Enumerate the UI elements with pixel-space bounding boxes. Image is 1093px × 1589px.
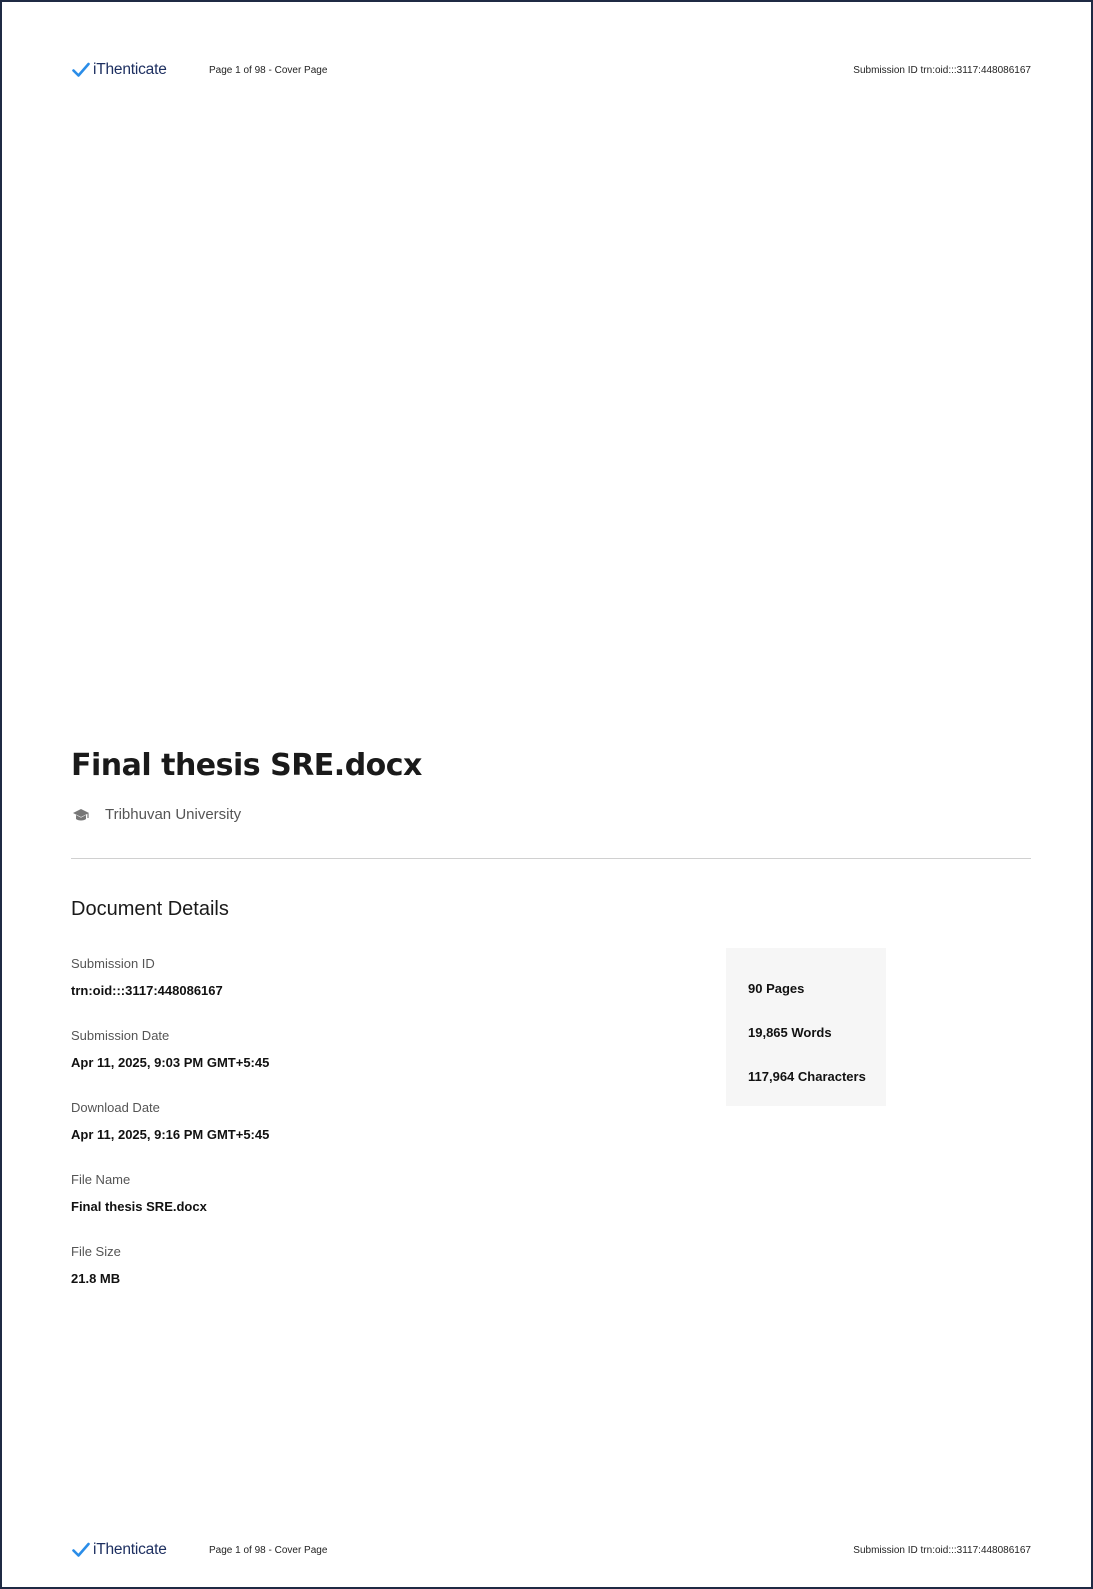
graduation-cap-icon bbox=[73, 808, 89, 820]
page-label: Page 1 of 98 - Cover Page bbox=[209, 1544, 328, 1556]
ithenticate-logo: iThenticate bbox=[72, 1541, 209, 1559]
detail-label: Submission ID bbox=[71, 956, 155, 971]
submission-id-label: Submission ID trn:oid:::3117:448086167 bbox=[853, 1544, 1031, 1556]
ithenticate-logo: iThenticate bbox=[72, 61, 209, 79]
submission-id-label: Submission ID trn:oid:::3117:448086167 bbox=[853, 64, 1031, 76]
checkmark-icon bbox=[72, 1542, 90, 1557]
document-details-heading: Document Details bbox=[71, 898, 229, 920]
detail-submission-date: Submission Date Apr 11, 2025, 9:03 PM GM… bbox=[71, 1027, 591, 1099]
detail-value: 21.8 MB bbox=[71, 1271, 121, 1286]
document-stats-box: 90 Pages 19,865 Words 117,964 Characters bbox=[726, 948, 886, 1106]
word-count: 19,865 Words bbox=[748, 1025, 832, 1040]
detail-file-size: File Size 21.8 MB bbox=[71, 1243, 591, 1315]
detail-value: Apr 11, 2025, 9:16 PM GMT+5:45 bbox=[71, 1127, 270, 1142]
document-details-list: Submission ID trn:oid:::3117:448086167 S… bbox=[71, 955, 591, 1315]
detail-download-date: Download Date Apr 11, 2025, 9:16 PM GMT+… bbox=[71, 1099, 591, 1171]
detail-label: Download Date bbox=[71, 1100, 160, 1115]
detail-value: Apr 11, 2025, 9:03 PM GMT+5:45 bbox=[71, 1055, 270, 1070]
detail-file-name: File Name Final thesis SRE.docx bbox=[71, 1171, 591, 1243]
detail-submission-id: Submission ID trn:oid:::3117:448086167 bbox=[71, 955, 591, 1027]
checkmark-icon bbox=[72, 62, 90, 77]
document-title: Final thesis SRE.docx bbox=[71, 748, 422, 783]
detail-label: File Name bbox=[71, 1172, 131, 1187]
page-header: iThenticate Page 1 of 98 - Cover Page Su… bbox=[72, 58, 1031, 82]
brand-name: iThenticate bbox=[93, 1541, 167, 1558]
detail-value: trn:oid:::3117:448086167 bbox=[71, 983, 223, 998]
detail-value: Final thesis SRE.docx bbox=[71, 1199, 207, 1214]
institution-name: Tribhuvan University bbox=[105, 806, 242, 823]
divider bbox=[71, 858, 1031, 859]
document-page: iThenticate Page 1 of 98 - Cover Page Su… bbox=[0, 0, 1093, 1589]
detail-label: Submission Date bbox=[71, 1028, 170, 1043]
brand-name: iThenticate bbox=[93, 61, 167, 78]
page-label: Page 1 of 98 - Cover Page bbox=[209, 64, 328, 76]
character-count: 117,964 Characters bbox=[748, 1069, 866, 1084]
detail-label: File Size bbox=[71, 1244, 121, 1259]
page-footer: iThenticate Page 1 of 98 - Cover Page Su… bbox=[72, 1538, 1031, 1562]
institution: Tribhuvan University bbox=[72, 806, 241, 823]
page-count: 90 Pages bbox=[748, 981, 805, 996]
